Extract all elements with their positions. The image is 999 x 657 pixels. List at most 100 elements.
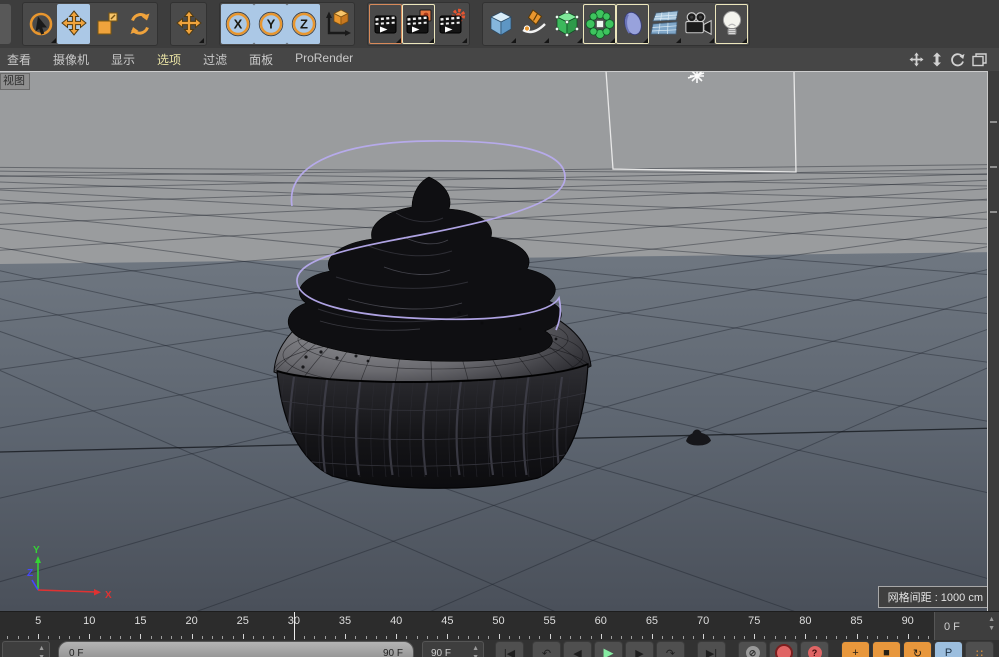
menu-item-1[interactable]: 摄像机 <box>42 51 100 68</box>
ruler-frame-label: 15 <box>134 615 147 627</box>
ruler-frame-label: 5 <box>35 615 42 627</box>
previous-frame-button[interactable]: ◀ <box>563 641 592 657</box>
main-toolbar: X Y Z <box>0 0 999 48</box>
coordinate-system-button[interactable] <box>320 4 353 44</box>
range-end-value: 90 F <box>382 647 403 657</box>
current-frame-field[interactable]: 0 F ▲ ▼ <box>934 612 999 641</box>
frame-spinner[interactable]: ▲ ▼ <box>979 616 995 632</box>
ruler-frame-label: 35 <box>338 615 352 627</box>
live-selection-button[interactable] <box>24 4 57 44</box>
lock-z-button[interactable]: Z <box>287 4 320 44</box>
play-button[interactable]: ▶ <box>594 641 623 657</box>
menu-item-6[interactable]: ProRender <box>284 51 364 68</box>
viewport-3d[interactable]: Y Z X 视图 网格间距 : 1000 cm <box>0 71 999 611</box>
render-view-button[interactable] <box>369 4 402 44</box>
lock-y-button[interactable]: Y <box>254 4 287 44</box>
camera-button[interactable] <box>682 4 715 44</box>
axis-z-label: Z <box>300 17 308 32</box>
viewport-tab-label[interactable]: 视图 <box>0 73 30 90</box>
menu-item-2[interactable]: 显示 <box>100 51 146 68</box>
range-start-value: 0 F <box>69 647 84 657</box>
maximize-view-icon[interactable] <box>972 52 987 67</box>
scale-icon <box>97 12 117 35</box>
zoom-view-icon[interactable] <box>931 52 943 67</box>
end-frame-field[interactable]: 90 F ▲▼ <box>422 641 484 657</box>
record-button[interactable]: ⊘ <box>738 641 767 657</box>
ruler-frame-label: 90 <box>901 615 914 627</box>
light-bulb-icon <box>722 10 741 35</box>
ruler-frame-label: 65 <box>645 615 659 627</box>
ruler-frame-label: 80 <box>799 615 812 627</box>
timeline-range-slider[interactable]: 0 F 90 F <box>58 641 414 657</box>
key-rotation-toggle[interactable]: ↻ <box>903 641 932 657</box>
ruler-frame-label: 50 <box>492 615 505 627</box>
end-frame-spinner[interactable]: ▲▼ <box>472 645 479 657</box>
ruler-frame-label: 55 <box>543 615 556 627</box>
deformer-flower-icon <box>585 9 614 39</box>
rotate-tool-button[interactable] <box>123 4 156 44</box>
timeline-ruler[interactable]: 51015202530354045505560657075808590 0 F … <box>0 611 999 641</box>
goto-end-button[interactable]: ▶| <box>697 641 726 657</box>
fields-button[interactable] <box>616 4 649 44</box>
previous-key-button[interactable]: ↶ <box>532 641 561 657</box>
playhead-marker[interactable] <box>293 612 295 641</box>
scene-canvas: Y Z X <box>0 71 999 611</box>
menu-item-5[interactable]: 面板 <box>238 51 284 68</box>
start-frame-spinner[interactable]: ▲▼ <box>38 645 45 657</box>
next-frame-button[interactable]: ▶ <box>625 641 654 657</box>
key-parameter-toggle[interactable]: P <box>934 641 963 657</box>
cube-icon <box>489 11 512 36</box>
pan-view-icon[interactable] <box>909 52 924 67</box>
environment-button[interactable] <box>649 4 682 44</box>
ruler-frame-label: 25 <box>236 615 249 627</box>
menu-item-4[interactable]: 过滤 <box>192 51 238 68</box>
rotate-view-icon[interactable] <box>950 52 965 67</box>
next-key-button[interactable]: ↷ <box>656 641 685 657</box>
render-picture-viewer-button[interactable] <box>402 4 435 44</box>
end-frame-value: 90 F <box>431 647 452 657</box>
last-used-tool-button[interactable] <box>172 4 205 44</box>
ruler-frame-label: 60 <box>594 615 607 627</box>
key-position-toggle[interactable]: + <box>841 641 870 657</box>
current-frame-value: 0 F <box>944 620 960 633</box>
subdivision-cube-icon <box>554 10 579 37</box>
deformers-button[interactable] <box>583 4 616 44</box>
ruler-frame-label: 75 <box>748 615 761 627</box>
start-frame-field[interactable]: ▲▼ <box>2 641 50 657</box>
key-scale-toggle[interactable]: ■ <box>872 641 901 657</box>
move-tool-button[interactable] <box>57 4 90 44</box>
add-primitive-button[interactable] <box>484 4 517 44</box>
last-tool-group <box>170 2 207 46</box>
selection-tools-group <box>22 2 158 46</box>
menu-items: 查看 摄像机 显示 选项 过滤 面板 ProRender <box>0 51 364 68</box>
ruler-frame-label: 40 <box>390 615 403 627</box>
light-button[interactable] <box>715 4 748 44</box>
autokey-button[interactable]: ? <box>800 641 829 657</box>
gizmo-x-label: X <box>105 590 112 601</box>
lock-x-button[interactable]: X <box>221 4 254 44</box>
render-clapper-icon <box>374 15 396 34</box>
generators-button[interactable] <box>550 4 583 44</box>
viewport-nav-controls <box>909 48 987 71</box>
objects-group <box>482 2 750 46</box>
axis-x-label: X <box>233 17 242 32</box>
goto-start-button[interactable]: |◀ <box>495 641 524 657</box>
axis-y-label: Y <box>266 17 275 32</box>
viewport-scrollbar[interactable] <box>987 71 999 611</box>
move-icon <box>175 10 202 36</box>
menu-item-3[interactable]: 选项 <box>146 51 192 68</box>
scale-tool-button[interactable] <box>90 4 123 44</box>
ruler-frame-label: 10 <box>83 615 96 627</box>
render-group <box>367 2 470 46</box>
render-settings-button[interactable] <box>435 4 468 44</box>
key-pla-toggle[interactable]: ∷ <box>965 641 994 657</box>
ruler-frame-label: 45 <box>441 615 454 627</box>
spline-pen-button[interactable] <box>517 4 550 44</box>
camera-icon <box>685 12 712 36</box>
undo-icon[interactable] <box>0 4 11 44</box>
keyframe-record-button[interactable] <box>769 641 798 657</box>
menu-item-0[interactable]: 查看 <box>0 51 42 68</box>
cursor-circle-icon <box>29 12 52 36</box>
floor-grid-icon <box>650 10 679 35</box>
render-image-clapper-icon <box>406 9 431 34</box>
